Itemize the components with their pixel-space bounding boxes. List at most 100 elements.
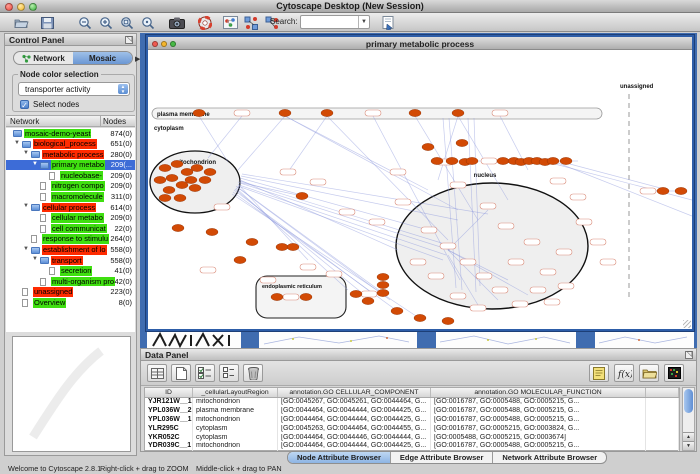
tree-row[interactable]: ▼transport558(0) xyxy=(6,255,135,266)
edge[interactable] xyxy=(238,116,285,170)
gene-node-capsule[interactable] xyxy=(440,243,456,249)
gene-node-capsule[interactable] xyxy=(300,264,316,270)
import-table-icon[interactable] xyxy=(380,14,397,31)
tree-row[interactable]: multi-organism pro42(0) xyxy=(6,276,135,287)
gene-node-capsule[interactable] xyxy=(428,273,444,279)
select-attributes-icon[interactable] xyxy=(195,364,215,382)
gene-node-capsule[interactable] xyxy=(640,188,656,194)
expander-icon[interactable]: ▼ xyxy=(23,150,29,156)
gene-node[interactable] xyxy=(675,187,687,194)
gene-node[interactable] xyxy=(181,168,193,175)
gene-node-capsule[interactable] xyxy=(339,209,355,215)
import-folder-icon[interactable] xyxy=(639,364,659,382)
gene-node[interactable] xyxy=(174,194,186,201)
table-row[interactable]: YJR121W__1mitochondrion[GO:0045267, GO:0… xyxy=(145,398,679,407)
gene-node-capsule[interactable] xyxy=(390,169,406,175)
gene-node-capsule[interactable] xyxy=(234,110,250,116)
column-header[interactable]: ID xyxy=(145,388,193,397)
gene-node-capsule[interactable] xyxy=(492,287,508,293)
gene-node[interactable] xyxy=(657,187,669,194)
gene-node-capsule[interactable] xyxy=(481,158,497,164)
gene-node[interactable] xyxy=(276,243,288,250)
tree-row[interactable]: ▼cellular process614(0) xyxy=(6,202,135,213)
table-scrollbar[interactable]: ▲ ▼ xyxy=(682,387,695,451)
gene-node[interactable] xyxy=(163,186,175,193)
zoom-selected-icon[interactable] xyxy=(118,14,135,31)
tab-node-attribute-browser[interactable]: Node Attribute Browser xyxy=(288,452,391,463)
search-dropdown-icon[interactable]: ▼ xyxy=(358,16,369,28)
gene-node[interactable] xyxy=(377,289,389,296)
edge[interactable] xyxy=(288,116,327,172)
gene-node-capsule[interactable] xyxy=(369,219,385,225)
background-window-fragment[interactable] xyxy=(259,331,417,348)
table-grid-icon[interactable] xyxy=(147,364,167,382)
gene-node[interactable] xyxy=(497,157,509,164)
tree-row[interactable]: cell communicat22(0) xyxy=(6,223,135,234)
tree-row[interactable]: secretion41(0) xyxy=(6,266,135,277)
attribute-note-icon[interactable] xyxy=(589,364,609,382)
gene-node[interactable] xyxy=(466,157,478,164)
gene-node[interactable] xyxy=(154,176,166,183)
layout-nodes-icon[interactable] xyxy=(243,14,260,31)
table-row[interactable]: YLR295Ccytoplasm[GO:0045263, GO:0044464,… xyxy=(145,425,679,434)
scroll-up-icon[interactable]: ▲ xyxy=(683,432,694,441)
tree-row[interactable]: ▼biological_process651(0) xyxy=(6,139,135,150)
tab-network-attribute-browser[interactable]: Network Attribute Browser xyxy=(493,452,606,463)
background-window-fragment[interactable] xyxy=(147,331,241,348)
tab-edge-attribute-browser[interactable]: Edge Attribute Browser xyxy=(391,452,493,463)
gene-node-capsule[interactable] xyxy=(600,259,616,265)
float-panel-icon[interactable] xyxy=(125,36,133,44)
gene-node-capsule[interactable] xyxy=(460,259,476,265)
zoom-in-icon[interactable] xyxy=(97,14,114,31)
tree-row[interactable]: macromolecule311(0) xyxy=(6,192,135,203)
matrix-view-icon[interactable] xyxy=(664,364,684,382)
gene-node-capsule[interactable] xyxy=(421,227,437,233)
gene-node[interactable] xyxy=(159,164,171,171)
edge[interactable] xyxy=(566,163,668,190)
tree-row[interactable]: cellular metabo209(0) xyxy=(6,213,135,224)
gene-node-capsule[interactable] xyxy=(512,301,528,307)
gene-node-capsule[interactable] xyxy=(365,110,381,116)
birdseye-view-panel[interactable] xyxy=(12,336,131,452)
gene-node-capsule[interactable] xyxy=(544,299,560,305)
gene-node-capsule[interactable] xyxy=(558,283,574,289)
tab-network[interactable]: Network xyxy=(14,52,73,64)
tree-row[interactable]: ▼primary metabo209(... xyxy=(6,160,135,171)
tree-row[interactable]: Overview8(0) xyxy=(6,298,135,309)
column-header[interactable]: annotation.GO MOLECULAR_FUNCTION xyxy=(431,388,646,397)
select-nodes-checkbox[interactable]: ✓ Select nodes xyxy=(20,100,130,111)
tree-row[interactable]: nitrogen compo209(0) xyxy=(6,181,135,192)
search-input[interactable] xyxy=(302,16,357,28)
gene-node[interactable] xyxy=(204,168,216,175)
gene-node-capsule[interactable] xyxy=(310,179,326,185)
gene-node[interactable] xyxy=(193,109,205,116)
float-panel-icon[interactable] xyxy=(685,351,693,359)
zoom-fit-icon[interactable] xyxy=(139,14,156,31)
gene-node[interactable] xyxy=(391,307,403,314)
attribute-list-icon[interactable] xyxy=(219,364,239,382)
resize-grip[interactable] xyxy=(683,320,691,328)
gene-node[interactable] xyxy=(189,184,201,191)
gene-node[interactable] xyxy=(176,181,188,188)
gene-node[interactable] xyxy=(300,293,312,300)
expander-icon[interactable]: ▼ xyxy=(23,246,29,252)
tree-row[interactable]: unassigned223(0) xyxy=(6,287,135,298)
expander-icon[interactable]: ▼ xyxy=(32,161,38,167)
gene-node-capsule[interactable] xyxy=(410,259,426,265)
formula-fx-icon[interactable]: f(x) xyxy=(614,364,634,382)
column-header[interactable]: annotation.GO CELLULAR_COMPONENT xyxy=(278,388,431,397)
open-folder-icon[interactable] xyxy=(13,14,30,31)
gene-node-capsule[interactable] xyxy=(590,239,606,245)
zoom-out-icon[interactable] xyxy=(76,14,93,31)
tree-row[interactable]: ▼metabolic process280(0) xyxy=(6,149,135,160)
gene-node-capsule[interactable] xyxy=(260,277,276,283)
gene-node-capsule[interactable] xyxy=(476,273,492,279)
gene-node[interactable] xyxy=(246,238,258,245)
gene-node-capsule[interactable] xyxy=(492,110,508,116)
gene-node-capsule[interactable] xyxy=(326,271,342,277)
gene-node-capsule[interactable] xyxy=(570,194,586,200)
gene-node[interactable] xyxy=(171,160,183,167)
gene-node-capsule[interactable] xyxy=(556,249,572,255)
gene-node-capsule[interactable] xyxy=(395,199,411,205)
edge[interactable] xyxy=(238,182,302,196)
